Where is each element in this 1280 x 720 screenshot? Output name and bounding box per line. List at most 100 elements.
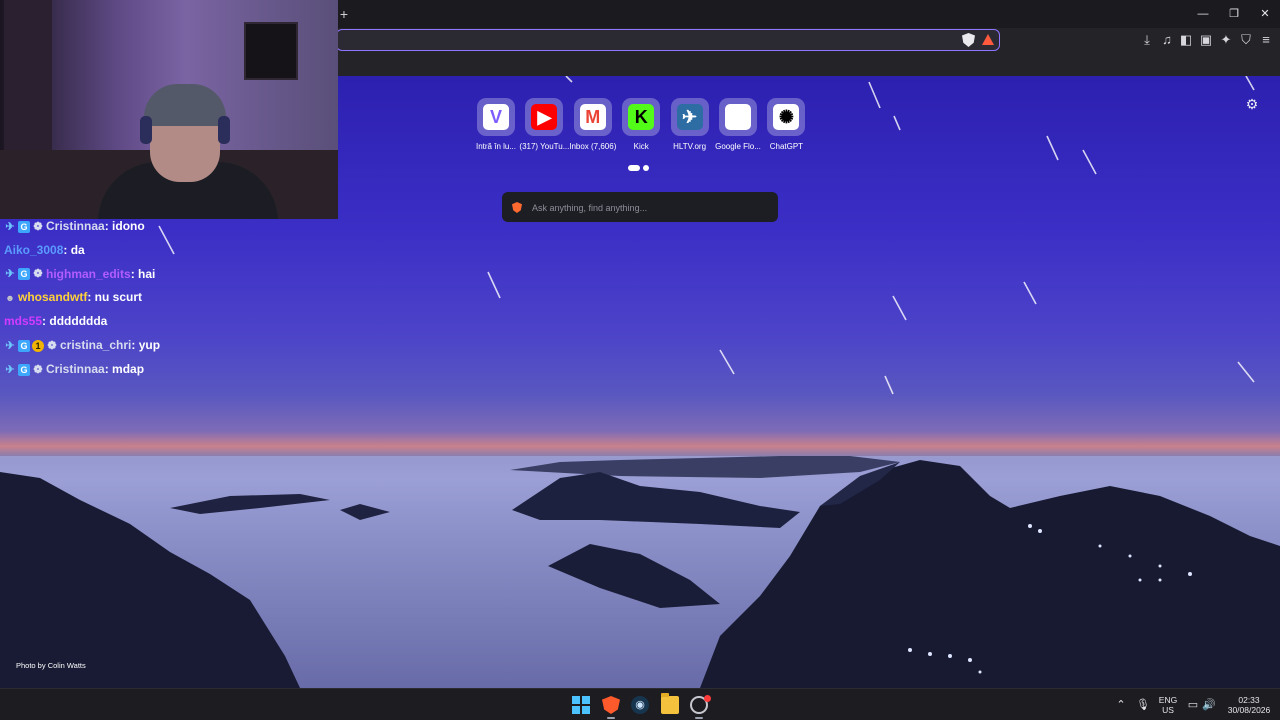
wallet-icon[interactable]: ▣	[1198, 32, 1214, 48]
language-indicator[interactable]: ENG US	[1154, 695, 1182, 715]
webcam-person-cap	[144, 84, 226, 126]
clock[interactable]: 02:33 30/08/2026	[1222, 695, 1276, 715]
sub-badge-icon: G	[18, 220, 30, 233]
brave-shields-icon[interactable]	[962, 33, 975, 47]
chat-message: ☻ whosandwtf: nu scurt	[4, 288, 142, 306]
one-badge-icon: 1	[32, 339, 44, 352]
webcam-overlay	[0, 0, 338, 219]
taskbar: ◉ ⌃ 🎙 ENG US ▭ 🔊 02:33 30/08/2026	[0, 688, 1280, 720]
chat-text: mdap	[112, 361, 145, 376]
music-icon[interactable]: ♫	[1159, 32, 1175, 48]
chat-message: ✈ G ❁ Cristinnaa: mdap	[4, 360, 144, 378]
chatterino-app-icon[interactable]	[690, 695, 711, 714]
vpn-shield-icon[interactable]: ⛉	[1238, 32, 1254, 48]
sub-badge-icon: G	[18, 339, 30, 352]
chat-separator: :	[63, 242, 71, 257]
shortcut-tile-bg: ✈	[670, 98, 709, 136]
shortcut-tile-bg: ▶	[525, 98, 564, 136]
headset-icon	[140, 116, 152, 144]
chat-separator: :	[104, 361, 113, 376]
sub-badge-icon: G	[18, 268, 30, 281]
chat-text: yup	[138, 338, 161, 352]
clock-date: 30/08/2026	[1227, 705, 1271, 715]
site-favicon-icon: K	[628, 104, 655, 130]
chat-text: idono	[112, 219, 145, 233]
chat-separator: :	[131, 338, 139, 352]
notification-badge	[704, 695, 711, 702]
headset-icon	[218, 116, 230, 144]
chat-username[interactable]: Aiko_3008	[4, 243, 63, 257]
shortcut-tile[interactable]: ✺ ChatGPT	[752, 98, 820, 158]
chat-username[interactable]: whosandwtf	[18, 290, 87, 304]
address-bar[interactable]	[336, 29, 1000, 51]
gear-badge-icon: ❁	[47, 339, 57, 352]
new-tab-button[interactable]: +	[336, 6, 352, 22]
site-favicon-icon	[725, 104, 751, 130]
sword-badge-icon: ✈	[5, 220, 15, 233]
chat-text: nu scurt	[94, 290, 143, 305]
active-app-indicator	[695, 717, 703, 719]
webcam-picture-frame	[244, 22, 298, 80]
chat-username[interactable]: Cristinnaa	[46, 219, 105, 233]
chat-username[interactable]: highman_edits	[46, 267, 131, 281]
steam-app-icon[interactable]: ◉	[631, 696, 649, 714]
screen: + — ❐ ✕ ⤓ ♫ ◧ ▣ ✦ ⛉ ≡ ⚙ V Intră în lu...…	[0, 0, 1280, 720]
gear-badge-icon: ❁	[33, 220, 43, 233]
language-code: ENG	[1158, 695, 1178, 705]
user-badge-icon: ☻	[5, 293, 15, 304]
chat-message: ✈ G 1 ❁ cristina_chri: yup	[4, 336, 160, 354]
site-favicon-icon: V	[483, 104, 509, 130]
sword-badge-icon: ✈	[5, 339, 15, 352]
chat-separator: :	[104, 219, 113, 233]
chat-message: ✈ G ❁ Cristinnaa: idono	[4, 217, 145, 235]
photo-credit[interactable]: Photo by Colin Watts	[16, 661, 86, 670]
gear-badge-icon: ❁	[33, 363, 43, 376]
settings-icon[interactable]: ⚙	[1244, 96, 1260, 112]
gear-badge-icon: ❁	[33, 268, 43, 281]
chat-message: mds55: ddddddda	[4, 312, 107, 330]
clock-time: 02:33	[1238, 695, 1260, 705]
volume-icon[interactable]: 🔊	[1202, 698, 1216, 712]
shortcut-tile-bg: V	[477, 98, 515, 136]
chat-message: ✈ G ❁ highman_edits: hai	[4, 265, 155, 283]
network-icon[interactable]: ▭	[1186, 698, 1200, 712]
chat-username[interactable]: Cristinnaa	[46, 362, 105, 376]
chat-text: hai	[138, 266, 156, 281]
site-favicon-icon: M	[579, 104, 606, 130]
chat-separator: :	[130, 266, 139, 281]
minimize-button[interactable]: —	[1188, 4, 1218, 24]
microphone-icon[interactable]: 🎙	[1136, 698, 1150, 712]
search-box[interactable]: Ask anything, find anything...	[502, 192, 778, 222]
search-placeholder: Ask anything, find anything...	[532, 203, 648, 213]
sub-badge-icon: G	[18, 363, 30, 376]
site-favicon-icon: ✺	[773, 104, 800, 130]
region-code: US	[1162, 705, 1174, 715]
sword-badge-icon: ✈	[5, 268, 15, 281]
chat-separator: :	[87, 290, 95, 305]
brave-search-icon	[512, 202, 522, 213]
leo-icon[interactable]: ✦	[1218, 32, 1234, 48]
chat-text: da	[70, 242, 85, 257]
chat-username[interactable]: cristina_chri	[60, 338, 131, 352]
chat-message: Aiko_3008: da	[4, 241, 85, 259]
site-favicon-icon: ▶	[531, 104, 558, 130]
shortcut-tile-bg: ✺	[767, 98, 806, 136]
pagination-dot[interactable]	[643, 165, 649, 171]
brave-rewards-icon[interactable]	[982, 34, 994, 45]
download-icon[interactable]: ⤓	[1139, 32, 1155, 48]
shortcut-tile-bg: M	[573, 98, 612, 136]
chat-username[interactable]: mds55	[4, 314, 42, 328]
restore-button[interactable]: ❐	[1219, 4, 1249, 24]
start-button[interactable]	[572, 696, 590, 714]
active-app-indicator	[607, 717, 615, 719]
tray-overflow-icon[interactable]: ⌃	[1114, 698, 1128, 712]
brave-app-icon[interactable]	[602, 696, 620, 714]
sidebar-icon[interactable]: ◧	[1178, 32, 1194, 48]
site-favicon-icon: ✈	[676, 104, 703, 130]
pagination-dot-active[interactable]	[628, 165, 640, 171]
shortcut-tile-bg: K	[622, 98, 661, 136]
file-explorer-icon[interactable]	[661, 693, 679, 714]
close-button[interactable]: ✕	[1250, 4, 1280, 24]
chat-text: ddddddda	[49, 314, 108, 329]
menu-icon[interactable]: ≡	[1258, 32, 1274, 48]
